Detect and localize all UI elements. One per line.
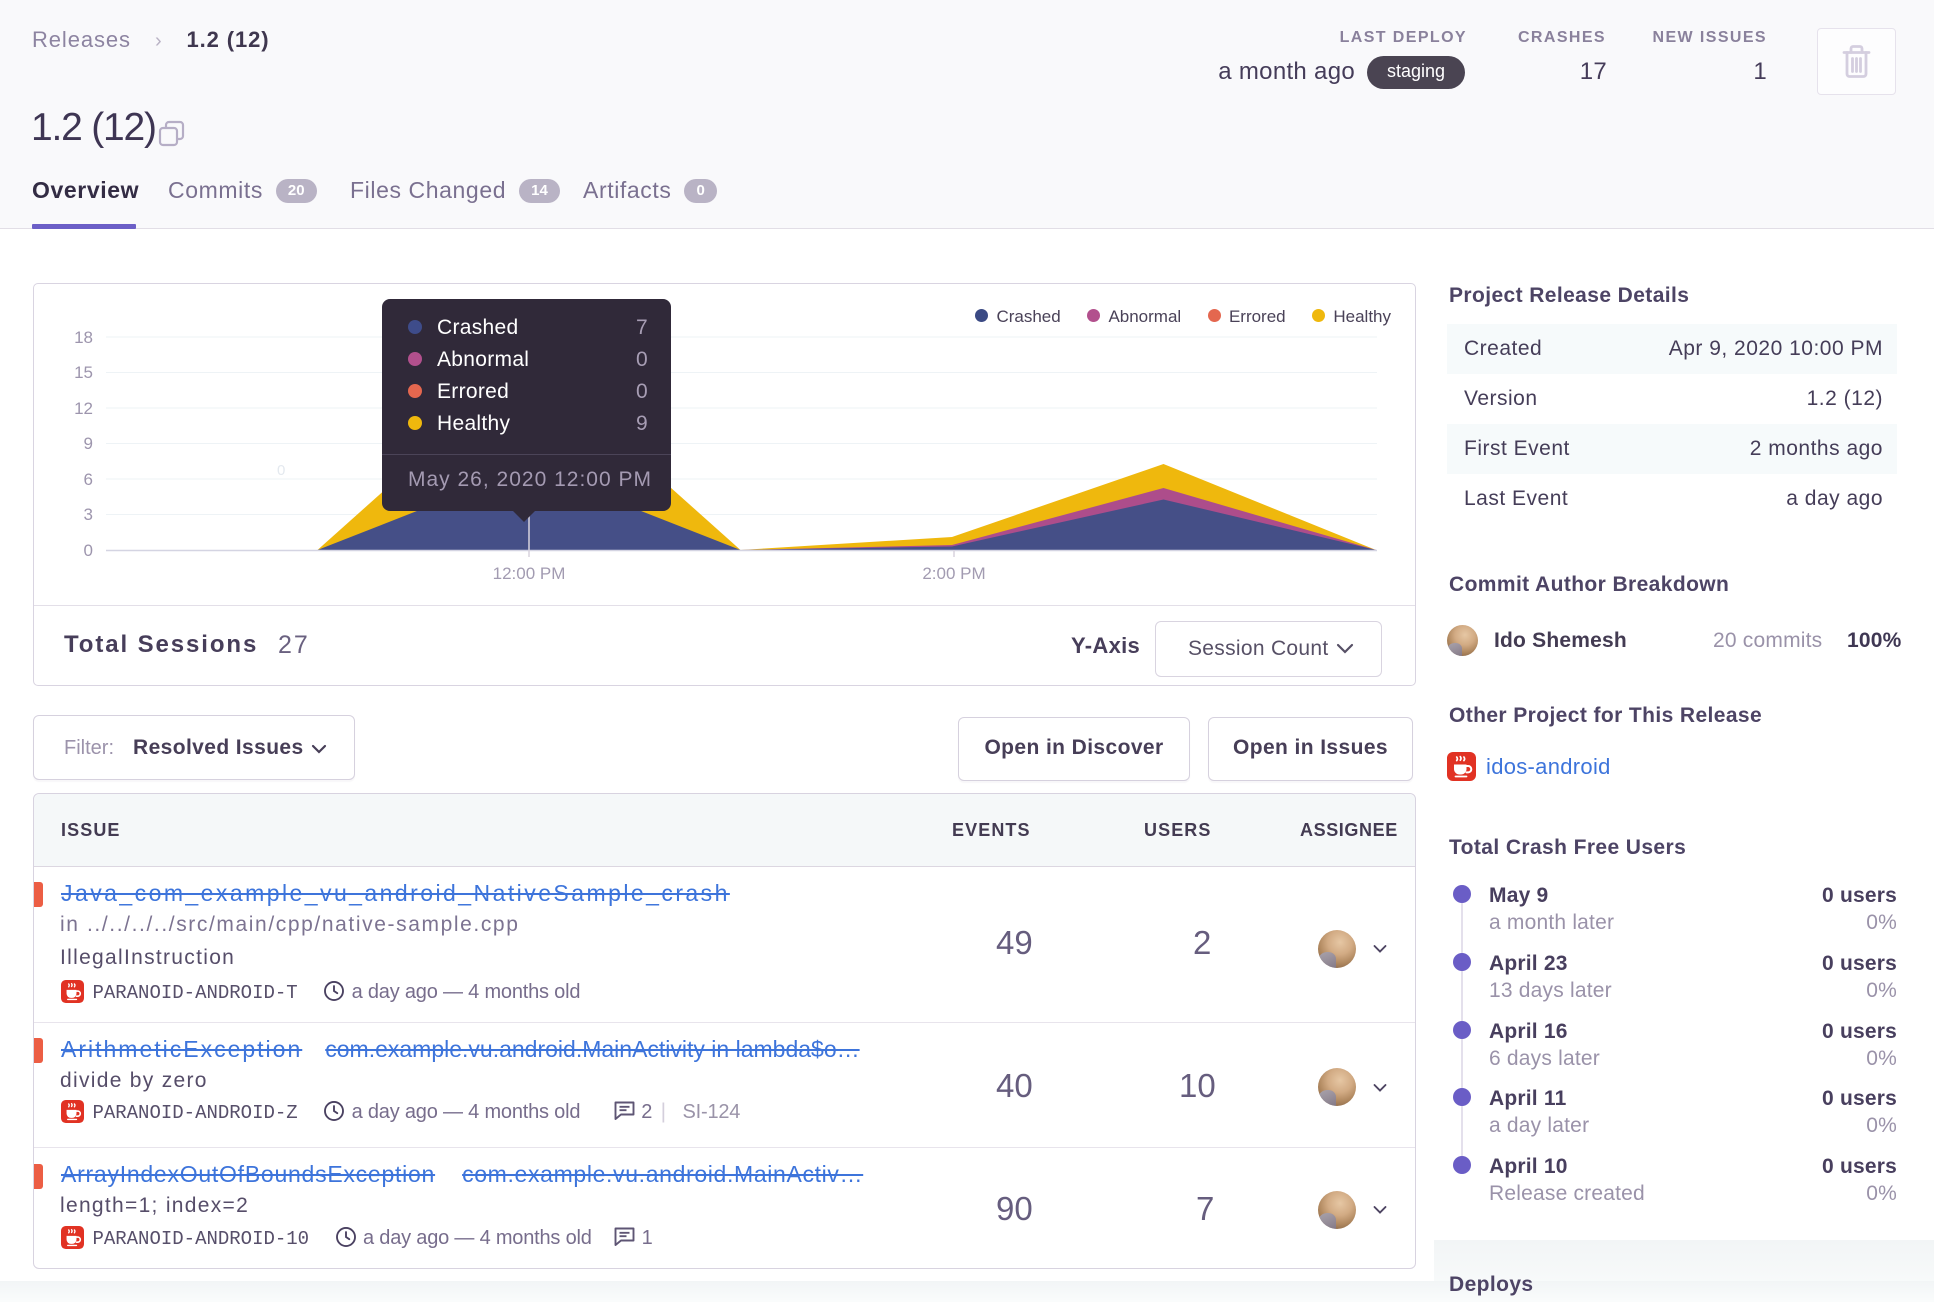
svg-text:0: 0 bbox=[277, 462, 285, 479]
